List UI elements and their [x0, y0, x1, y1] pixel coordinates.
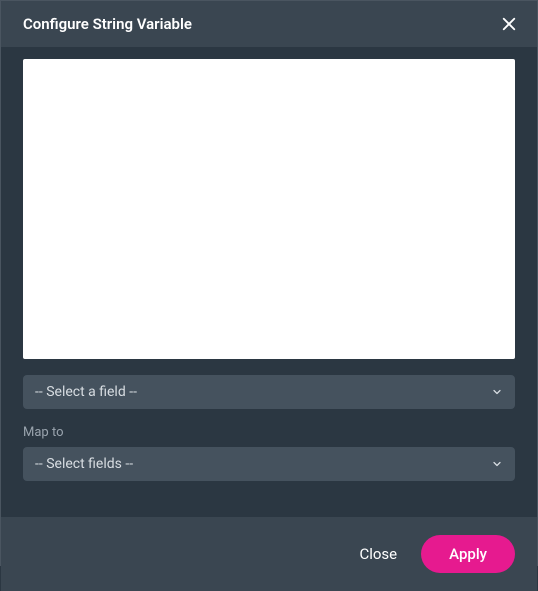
configure-string-variable-dialog: Configure String Variable -- Select a fi… [0, 0, 538, 566]
field-select[interactable]: -- Select a field -- [23, 375, 515, 409]
content-panel [23, 59, 515, 359]
map-to-select[interactable]: -- Select fields -- [23, 447, 515, 481]
close-icon[interactable] [499, 14, 519, 34]
field-select-wrapper: -- Select a field -- [23, 375, 515, 409]
map-to-label: Map to [23, 425, 515, 440]
dialog-body: -- Select a field -- Map to -- Select fi… [1, 47, 537, 517]
close-button[interactable]: Close [353, 535, 403, 573]
dialog-title: Configure String Variable [23, 15, 192, 33]
map-to-select-wrapper: -- Select fields -- [23, 447, 515, 481]
dialog-footer: Close Apply [1, 517, 537, 591]
dialog-header: Configure String Variable [1, 1, 537, 47]
apply-button[interactable]: Apply [421, 535, 515, 573]
